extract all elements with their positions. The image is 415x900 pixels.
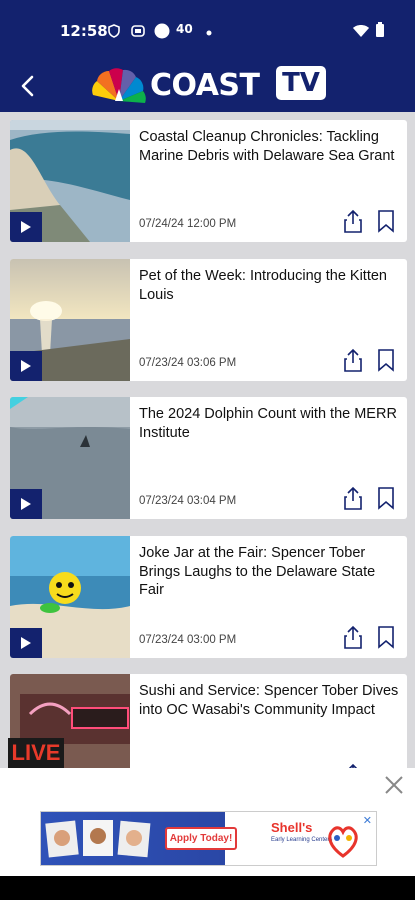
battery-icon [375, 22, 385, 41]
share-icon [344, 209, 362, 233]
video-title[interactable]: Sushi and Service: Spencer Tober Dives i… [139, 682, 401, 719]
ad-banner-area: Apply Today! Shell's Early Learning Cent… [0, 768, 415, 876]
wifi-icon [353, 24, 369, 41]
ad-logo-icon [328, 826, 358, 858]
shield-icon [108, 24, 120, 41]
bookmark-icon [378, 210, 394, 233]
status-time: 12:58 [60, 22, 108, 40]
video-date: 07/23/24 03:06 PM [139, 357, 237, 369]
bookmark-button[interactable] [376, 347, 396, 373]
app-logo-text: COAST [150, 68, 260, 103]
share-icon [344, 348, 362, 372]
share-icon [344, 486, 362, 510]
video-date: 07/23/24 03:00 PM [139, 634, 237, 646]
ad-banner[interactable]: Apply Today! Shell's Early Learning Cent… [40, 811, 377, 866]
share-button[interactable] [343, 347, 363, 373]
play-icon [21, 498, 31, 510]
bookmark-icon [378, 349, 394, 372]
ad-close-button[interactable] [383, 774, 405, 796]
play-icon [21, 360, 31, 372]
share-icon [344, 625, 362, 649]
ad-photos-image [45, 820, 151, 858]
share-button[interactable] [343, 485, 363, 511]
data-saver-icon [131, 25, 145, 40]
video-title[interactable]: Pet of the Week: Introducing the Kitten … [139, 267, 401, 304]
weather-badge: 40 [176, 22, 193, 36]
peacock-logo-icon [92, 68, 146, 103]
bookmark-icon [378, 487, 394, 510]
video-date: 07/23/24 03:04 PM [139, 495, 237, 507]
video-title[interactable]: Coastal Cleanup Chronicles: Tackling Mar… [139, 128, 401, 165]
play-button[interactable] [10, 489, 42, 519]
video-thumbnail[interactable] [10, 397, 130, 519]
play-icon [21, 637, 31, 649]
video-card[interactable]: Sushi and Service: Spencer Tober Dives i… [10, 674, 407, 768]
bookmark-button[interactable] [376, 208, 396, 234]
video-card[interactable]: The 2024 Dolphin Count with the MERR Ins… [10, 397, 407, 519]
video-date: 07/24/24 12:00 PM [139, 218, 237, 230]
app-logo-tv: TV [276, 66, 326, 100]
video-card[interactable]: Coastal Cleanup Chronicles: Tackling Mar… [10, 120, 407, 242]
play-button[interactable] [10, 351, 42, 381]
share-button[interactable] [343, 624, 363, 650]
play-button[interactable] [10, 628, 42, 658]
video-thumbnail[interactable] [10, 536, 130, 658]
play-button[interactable] [10, 212, 42, 242]
app-bar: COAST TV [0, 62, 415, 112]
video-card[interactable]: Pet of the Week: Introducing the Kitten … [10, 259, 407, 381]
play-icon [21, 221, 31, 233]
live-badge[interactable]: LIVE [8, 738, 64, 768]
share-button[interactable] [343, 208, 363, 234]
video-thumbnail[interactable] [10, 120, 130, 242]
dot-icon [206, 26, 212, 39]
system-nav-bar [0, 876, 415, 900]
bookmark-button[interactable] [376, 624, 396, 650]
close-icon [385, 776, 403, 794]
video-title[interactable]: Joke Jar at the Fair: Spencer Tober Brin… [139, 544, 401, 600]
back-arrow-icon [21, 75, 34, 97]
video-list[interactable]: Coastal Cleanup Chronicles: Tackling Mar… [0, 112, 415, 768]
video-thumbnail[interactable] [10, 259, 130, 381]
ad-choices-icon[interactable]: ✕ [363, 814, 372, 827]
video-card[interactable]: Joke Jar at the Fair: Spencer Tober Brin… [10, 536, 407, 658]
circle-icon [154, 23, 170, 42]
bookmark-icon [378, 626, 394, 649]
ad-brand: Shell's [271, 820, 313, 835]
video-title[interactable]: The 2024 Dolphin Count with the MERR Ins… [139, 405, 401, 442]
bookmark-button[interactable] [376, 485, 396, 511]
status-bar: 12:58 40 [0, 0, 415, 62]
back-button[interactable] [14, 68, 44, 104]
apply-today-button[interactable]: Apply Today! [165, 827, 237, 850]
